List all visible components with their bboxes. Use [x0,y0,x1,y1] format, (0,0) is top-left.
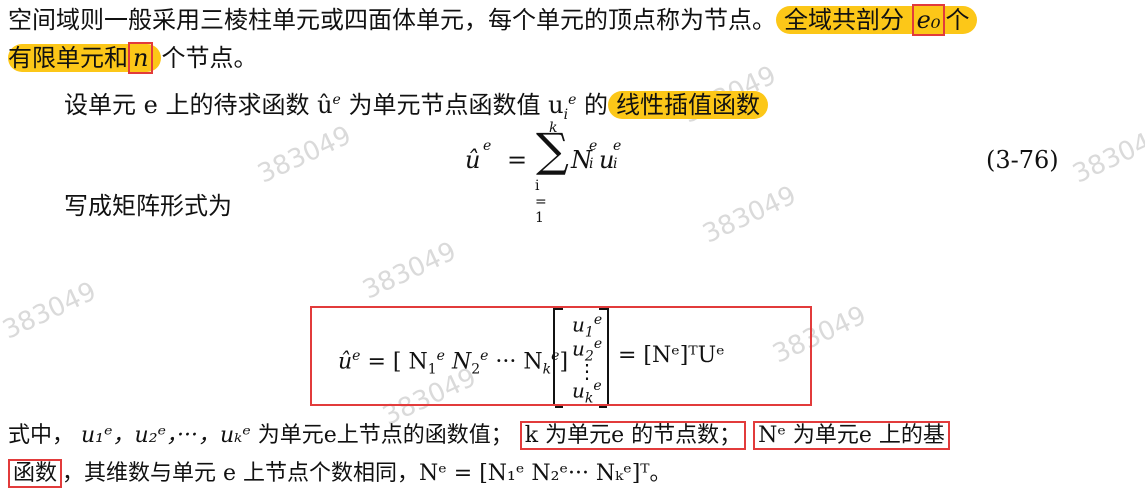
line-text: 为单元e上节点的函数值； [257,423,513,448]
column-vector: u1e u2e ⋮ uke [553,308,609,408]
notes-line-1: 式中， u₁ᵉ，u₂ᵉ，···，uₖᵉ 为单元e上节点的函数值； k 为单元e … [8,420,950,452]
line-text: 个节点。 [161,44,258,72]
line-text: 设单元 e 上的待求函数 û [64,91,333,119]
matrix-equation-right: = [Nᵉ]ᵀUᵉ [618,343,725,368]
line-text: ，其维数与单元 e 上节点个数相同，Nᵉ = [N₁ᵉ N₂ᵉ··· Nₖᵉ]ᵀ… [62,461,672,486]
line-text: 的 [584,91,608,119]
highlight: 全域共剖分 e₀ 个 [776,4,978,36]
watermark: 383049 [0,276,101,346]
highlight-text: 有限单元和 [8,44,128,72]
watermark: 383049 [1068,120,1145,190]
boxed-term: Nᵉ 为单元e 上的基 [753,421,950,450]
watermark: 383049 [698,180,801,250]
boxed-term: e₀ [911,4,946,36]
sum-lower: i = 1 [535,178,547,226]
row-vector-item: N [451,349,472,375]
column-vector-item: uke [572,378,602,407]
line-text: 为单元节点函数值 u [348,91,564,119]
paragraph-line-1: 空间域则一般采用三棱柱单元或四面体单元，每个单元的顶点称为节点。 全域共剖分 e₀… [8,4,978,36]
equation-number: (3-76) [986,146,1059,174]
document-page: 383049 383049 383049 383049 383049 38304… [0,0,1145,496]
line-text: 空间域则一般采用三棱柱单元或四面体单元，每个单元的顶点称为节点。 [8,6,776,34]
paragraph-line-2: 有限单元和 n 个节点。 [8,42,257,74]
highlight-text: 全域共剖分 [784,6,904,34]
notes-line-2: 函数 ，其维数与单元 e 上节点个数相同，Nᵉ = [N₁ᵉ N₂ᵉ··· Nₖᵉ… [8,458,672,490]
paragraph-line-3: 设单元 e 上的待求函数 ûe 为单元节点函数值 uie 的线性插值函数 [64,84,768,131]
equation-lhs: û [465,146,481,174]
watermark: 383049 [358,236,461,306]
boxed-term: 函数 [8,459,63,488]
highlight: 线性插值函数 [608,91,768,119]
line-text: 式中， [8,423,75,448]
highlight-text: 个 [945,6,970,34]
matrix-intro: 写成矩阵形式为 [64,192,232,220]
row-vector-item: ··· N [495,349,543,375]
sigma-symbol: ∑ [536,123,569,177]
row-vector-open: = [ N [367,349,428,375]
variables-list: u₁ᵉ，u₂ᵉ，···，uₖᵉ [81,423,251,448]
matrix-equation-left: ûe = [ N1e N2e ··· Nke] [338,348,569,378]
boxed-term: k 为单元e 的节点数； [519,421,747,450]
equation-lhs: û [338,349,353,375]
watermark: 383049 [253,120,356,190]
boxed-term: n [128,42,154,74]
highlight: 有限单元和 n [8,42,162,74]
